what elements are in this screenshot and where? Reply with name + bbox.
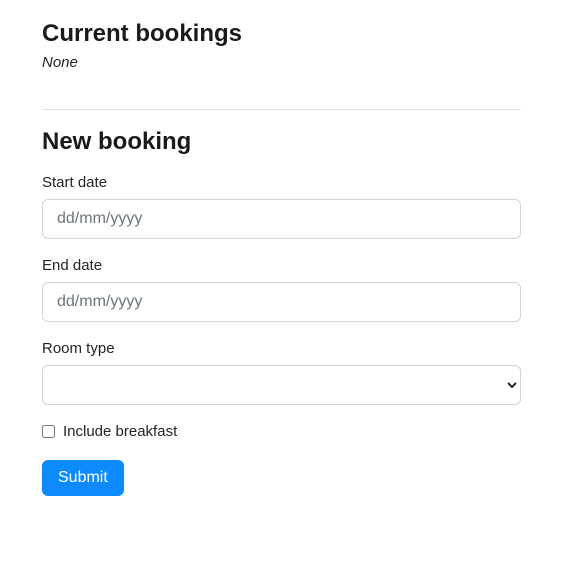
room-type-select[interactable]: [42, 365, 521, 405]
start-date-group: Start date: [42, 174, 521, 239]
start-date-input[interactable]: [42, 199, 521, 239]
section-divider: [42, 109, 521, 110]
current-bookings-empty: None: [42, 54, 521, 71]
room-type-group: Room type: [42, 340, 521, 405]
current-bookings-section: Current bookings None: [42, 20, 521, 71]
submit-button[interactable]: Submit: [42, 460, 124, 496]
end-date-label: End date: [42, 257, 521, 274]
start-date-label: Start date: [42, 174, 521, 191]
end-date-group: End date: [42, 257, 521, 322]
room-type-label: Room type: [42, 340, 521, 357]
include-breakfast-group: Include breakfast: [42, 423, 521, 440]
include-breakfast-label: Include breakfast: [63, 423, 177, 440]
current-bookings-heading: Current bookings: [42, 20, 521, 48]
new-booking-section: New booking Start date End date Room typ…: [42, 128, 521, 496]
new-booking-heading: New booking: [42, 128, 521, 156]
include-breakfast-checkbox[interactable]: [42, 425, 55, 438]
end-date-input[interactable]: [42, 282, 521, 322]
